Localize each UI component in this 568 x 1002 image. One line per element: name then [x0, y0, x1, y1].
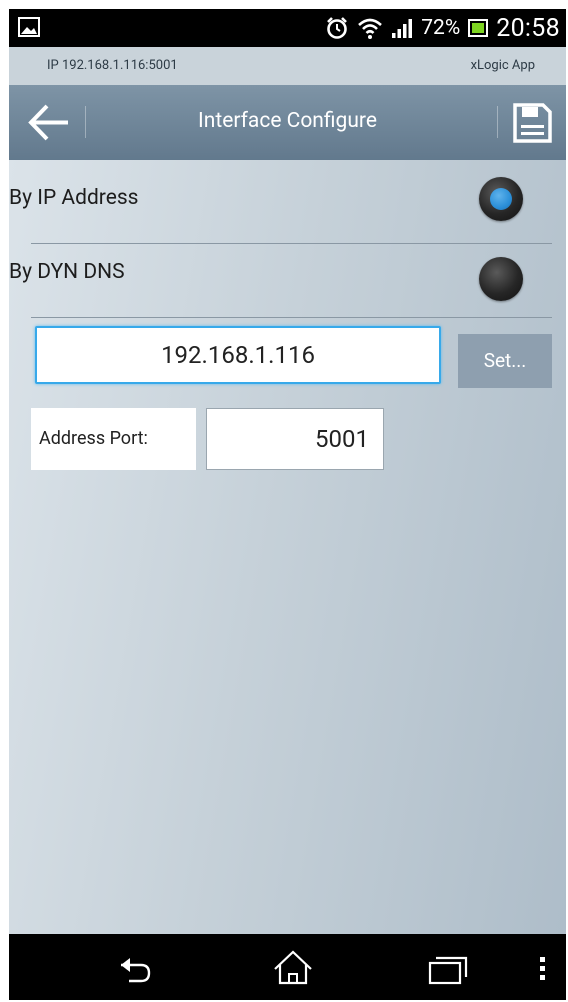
- by-dyn-dns-radio[interactable]: [479, 257, 523, 301]
- navigation-bar: [9, 934, 566, 1000]
- address-port-input[interactable]: 5001: [206, 408, 384, 470]
- wifi-icon: [358, 18, 383, 39]
- page-title: Interface Configure: [198, 109, 377, 133]
- signal-icon: [392, 19, 413, 38]
- save-button[interactable]: [498, 85, 566, 160]
- battery-icon: [468, 19, 489, 37]
- by-ip-address-label: By IP Address: [9, 186, 139, 210]
- back-icon: [121, 958, 151, 983]
- by-ip-address-radio[interactable]: [479, 177, 523, 221]
- status-bar: 72% 20:58: [9, 9, 566, 47]
- nav-overflow-menu-button[interactable]: [523, 934, 563, 1000]
- clock: 20:58: [496, 13, 560, 43]
- divider: [31, 243, 552, 244]
- alarm-icon: [327, 17, 348, 39]
- action-bar: Interface Configure: [9, 85, 566, 160]
- picture-icon: [18, 17, 40, 37]
- floppy-disk-icon: [513, 103, 552, 143]
- nav-back-button[interactable]: [105, 934, 165, 1000]
- app-name: xLogic App: [470, 58, 535, 73]
- by-dyn-dns-label: By DYN DNS: [9, 260, 125, 284]
- battery-percent: 72%: [421, 16, 461, 40]
- recent-apps-icon: [428, 956, 468, 985]
- connection-info-bar: IP 192.168.1.116:5001 xLogic App: [9, 47, 566, 85]
- interface-config-panel: By IP Address By DYN DNS 192.168.1.116 S…: [9, 160, 566, 934]
- radio-selected-dot: [490, 188, 512, 210]
- connection-address: IP 192.168.1.116:5001: [47, 58, 178, 73]
- set-button[interactable]: Set...: [458, 334, 552, 388]
- phone-screen: 72% 20:58 IP 192.168.1.116:5001 xLogic A…: [9, 9, 566, 1000]
- ip-address-input[interactable]: 192.168.1.116: [35, 326, 441, 384]
- home-icon: [274, 950, 312, 985]
- overflow-menu-icon: [540, 957, 545, 980]
- address-port-label: Address Port:: [31, 408, 196, 470]
- status-icons: 72% 20:58: [325, 9, 560, 47]
- nav-recent-apps-button[interactable]: [418, 934, 478, 1000]
- divider: [31, 317, 552, 318]
- nav-home-button[interactable]: [263, 934, 323, 1000]
